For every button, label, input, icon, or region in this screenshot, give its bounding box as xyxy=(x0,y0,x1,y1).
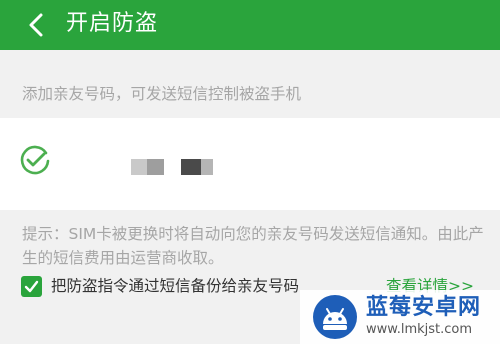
watermark-name: 蓝莓安卓网 xyxy=(366,295,482,320)
watermark-url: www.lmkjst.com xyxy=(366,322,473,337)
add-contact-hint: 添加亲友号码，可发送短信控制被盗手机 xyxy=(22,85,302,103)
chevron-left-icon xyxy=(29,13,43,37)
sim-change-tip: 提示：SIM卡被更换时将自动向您的亲友号码发送短信通知。由此产生的短信费用由运营… xyxy=(22,225,484,267)
contact-row[interactable] xyxy=(0,118,500,210)
android-logo-icon xyxy=(312,294,358,340)
masked-phone-number-part xyxy=(181,159,213,175)
watermark: 蓝莓安卓网 www.lmkjst.com xyxy=(300,290,500,344)
masked-phone-number-part xyxy=(131,159,164,175)
checkmark-icon xyxy=(24,280,39,293)
back-button[interactable] xyxy=(22,10,52,40)
page-title: 开启防盗 xyxy=(66,11,159,36)
backup-checkbox[interactable] xyxy=(21,276,42,297)
check-circle-icon xyxy=(19,144,51,176)
backup-option-label[interactable]: 把防盗指令通过短信备份给亲友号码 xyxy=(51,275,299,297)
app-header: 开启防盗 xyxy=(0,0,500,50)
